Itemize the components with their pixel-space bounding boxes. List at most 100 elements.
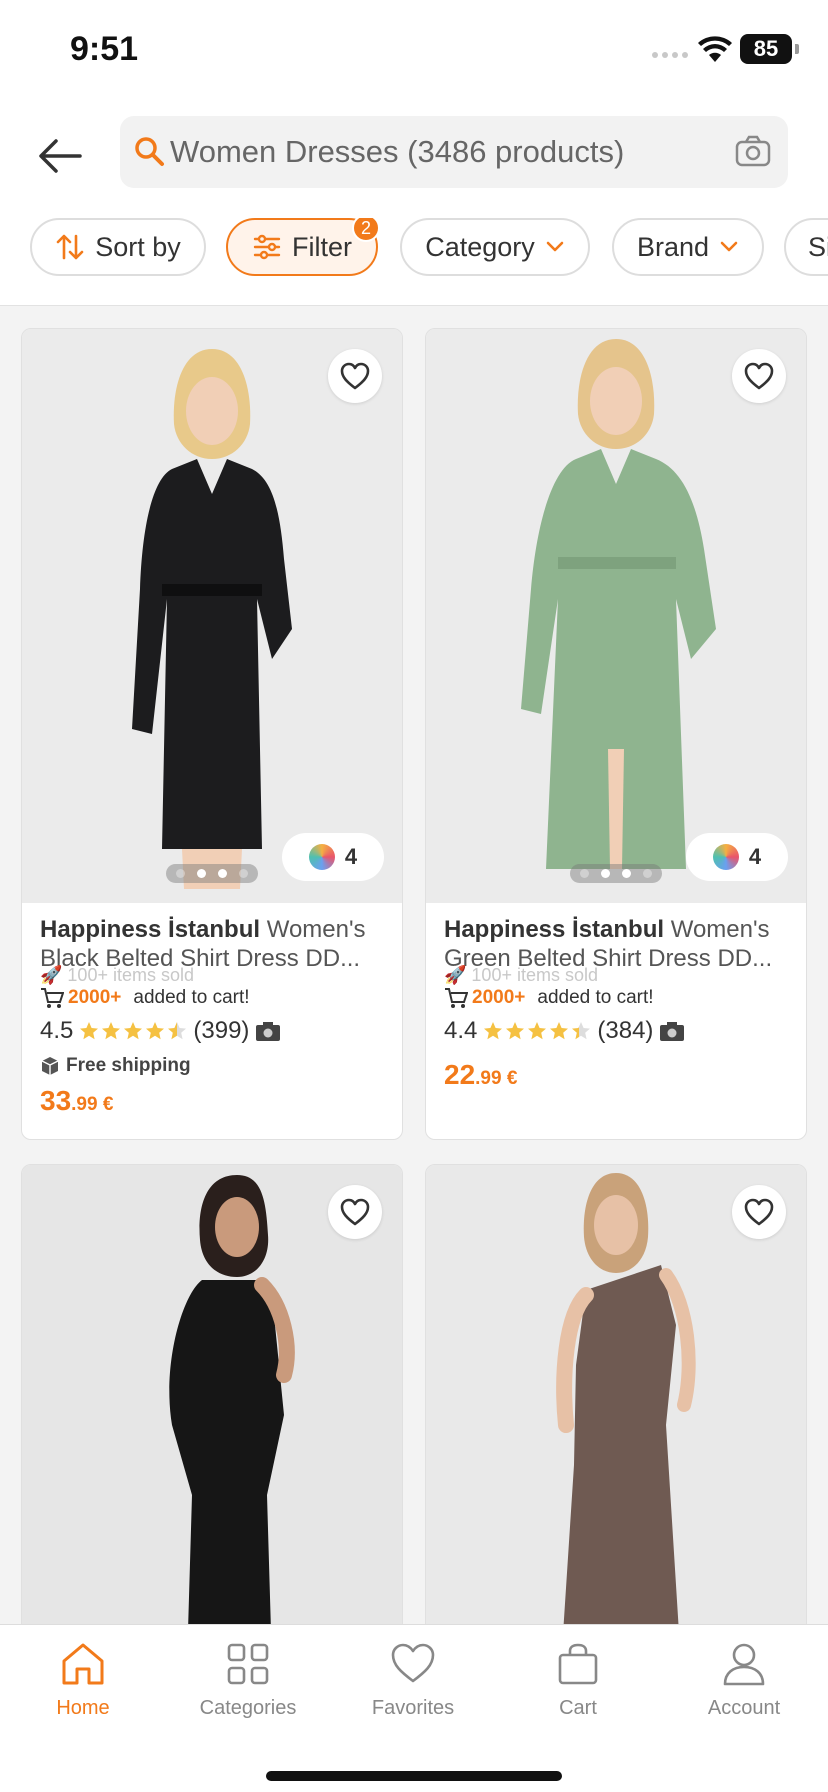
star-half-icon bbox=[168, 1022, 187, 1040]
color-palette-icon bbox=[712, 844, 739, 870]
color-palette-icon bbox=[308, 844, 335, 870]
sold-count: 100+ bbox=[471, 965, 512, 985]
nav-label: Favorites bbox=[371, 1697, 455, 1719]
search-input[interactable]: Women Dresses (3486 products) bbox=[120, 116, 788, 188]
nav-home[interactable]: Home bbox=[13, 1641, 153, 1720]
color-count: 4 bbox=[748, 844, 762, 869]
nav-favorites[interactable]: Favorites bbox=[343, 1641, 483, 1720]
nav-cart[interactable]: Cart bbox=[508, 1641, 648, 1720]
nav-label: Cart bbox=[559, 1697, 597, 1719]
product-card[interactable]: 4 Happiness İstanbul Women's Black Belte… bbox=[21, 328, 403, 1140]
rating-line: 4.4 (384) bbox=[444, 1017, 788, 1045]
heart-icon bbox=[340, 1198, 370, 1226]
cart-line: 2000+ added to cart! bbox=[444, 987, 788, 1009]
color-variants-badge[interactable]: 4 bbox=[282, 833, 384, 881]
nav-categories[interactable]: Categories bbox=[178, 1641, 318, 1720]
camera-icon[interactable] bbox=[734, 134, 772, 168]
product-card[interactable] bbox=[425, 1164, 807, 1624]
free-shipping: Free shipping bbox=[40, 1055, 384, 1077]
product-image[interactable]: 4 bbox=[426, 329, 806, 903]
rating-value: 4.4 bbox=[444, 1017, 478, 1044]
favorite-button[interactable] bbox=[328, 349, 382, 403]
sold-count: 100+ bbox=[67, 965, 108, 985]
rating-line: 4.5 (399) bbox=[40, 1017, 384, 1045]
sort-chip[interactable]: Sort by bbox=[30, 218, 206, 276]
price-cents: .99 € bbox=[71, 1094, 114, 1115]
cart-line: 2000+ added to cart! bbox=[40, 987, 384, 1009]
star-icon bbox=[80, 1022, 99, 1040]
category-chip[interactable]: Category bbox=[400, 218, 590, 276]
filter-chip[interactable]: Filter 2 bbox=[226, 218, 380, 276]
price-main: 22 bbox=[444, 1059, 476, 1090]
nav-label: Home bbox=[56, 1697, 110, 1719]
category-label: Category bbox=[425, 231, 535, 262]
sort-icon bbox=[56, 234, 84, 260]
product-image[interactable]: 4 bbox=[22, 329, 402, 903]
sort-label: Sort by bbox=[95, 231, 181, 262]
filter-icon bbox=[253, 234, 281, 260]
star-rating bbox=[79, 1021, 187, 1041]
status-time: 9:51 bbox=[70, 30, 139, 68]
chevron-down-icon bbox=[720, 241, 738, 252]
filter-count-badge: 2 bbox=[352, 218, 380, 242]
cart-icon bbox=[445, 988, 468, 1008]
star-icon bbox=[484, 1022, 503, 1040]
status-bar: 9:51 85 bbox=[0, 0, 828, 100]
star-icon bbox=[102, 1022, 121, 1040]
product-card[interactable] bbox=[21, 1164, 403, 1624]
chevron-down-icon bbox=[546, 241, 564, 252]
dress-illustration bbox=[426, 329, 806, 903]
review-count: (384) bbox=[597, 1017, 654, 1044]
price: 22.99 € bbox=[444, 1059, 788, 1091]
cart-label: added to cart! bbox=[537, 987, 654, 1008]
brand-chip[interactable]: Brand bbox=[612, 218, 764, 276]
star-icon bbox=[528, 1022, 547, 1040]
star-icon bbox=[124, 1022, 143, 1040]
color-variants-badge[interactable]: 4 bbox=[686, 833, 788, 881]
product-image[interactable] bbox=[426, 1165, 806, 1624]
nav-label: Categories bbox=[199, 1697, 297, 1719]
star-icon bbox=[506, 1022, 525, 1040]
grid-icon bbox=[227, 1643, 269, 1685]
rating-value: 4.5 bbox=[40, 1017, 74, 1044]
product-card[interactable]: 4 Happiness İstanbul Women's Green Belte… bbox=[425, 328, 807, 1140]
image-pager bbox=[570, 864, 662, 883]
product-image[interactable] bbox=[22, 1165, 402, 1624]
product-grid: 4 Happiness İstanbul Women's Black Belte… bbox=[0, 306, 828, 1624]
back-arrow-icon bbox=[39, 139, 82, 173]
size-chip[interactable]: Si bbox=[784, 218, 828, 276]
star-icon bbox=[550, 1022, 569, 1040]
bag-icon bbox=[558, 1643, 598, 1685]
price: 33.99 € bbox=[40, 1085, 384, 1117]
home-indicator bbox=[266, 1771, 562, 1781]
dress-illustration bbox=[22, 329, 402, 903]
sold-label: items sold bbox=[112, 965, 195, 985]
cart-count: 2000+ bbox=[68, 987, 122, 1008]
user-icon bbox=[723, 1643, 765, 1686]
image-pager bbox=[166, 864, 258, 883]
bottom-nav: Home Categories Favorites Cart Account bbox=[0, 1624, 828, 1792]
cart-icon bbox=[41, 988, 64, 1008]
nav-account[interactable]: Account bbox=[674, 1641, 814, 1720]
heart-icon bbox=[391, 1643, 435, 1683]
signal-icon bbox=[652, 52, 688, 58]
filter-chip-bar: Sort by Filter 2 Category Brand Si bbox=[30, 218, 828, 278]
favorite-button[interactable] bbox=[732, 349, 786, 403]
favorite-button[interactable] bbox=[732, 1185, 786, 1239]
home-icon bbox=[62, 1643, 104, 1685]
heart-icon bbox=[744, 362, 774, 390]
shipping-label: Free shipping bbox=[66, 1055, 191, 1076]
heart-icon bbox=[340, 362, 370, 390]
price-cents: .99 € bbox=[475, 1068, 518, 1089]
price-main: 33 bbox=[40, 1085, 72, 1116]
product-brand: Happiness İstanbul bbox=[40, 916, 261, 943]
star-icon bbox=[146, 1022, 165, 1040]
favorite-button[interactable] bbox=[328, 1185, 382, 1239]
search-text: Women Dresses (3486 products) bbox=[170, 134, 625, 169]
star-rating bbox=[483, 1021, 591, 1041]
brand-label: Brand bbox=[636, 231, 710, 262]
camera-icon bbox=[256, 1022, 281, 1041]
back-button[interactable] bbox=[30, 126, 90, 186]
sold-label: items sold bbox=[516, 965, 599, 985]
battery-indicator: 85 bbox=[740, 34, 799, 64]
